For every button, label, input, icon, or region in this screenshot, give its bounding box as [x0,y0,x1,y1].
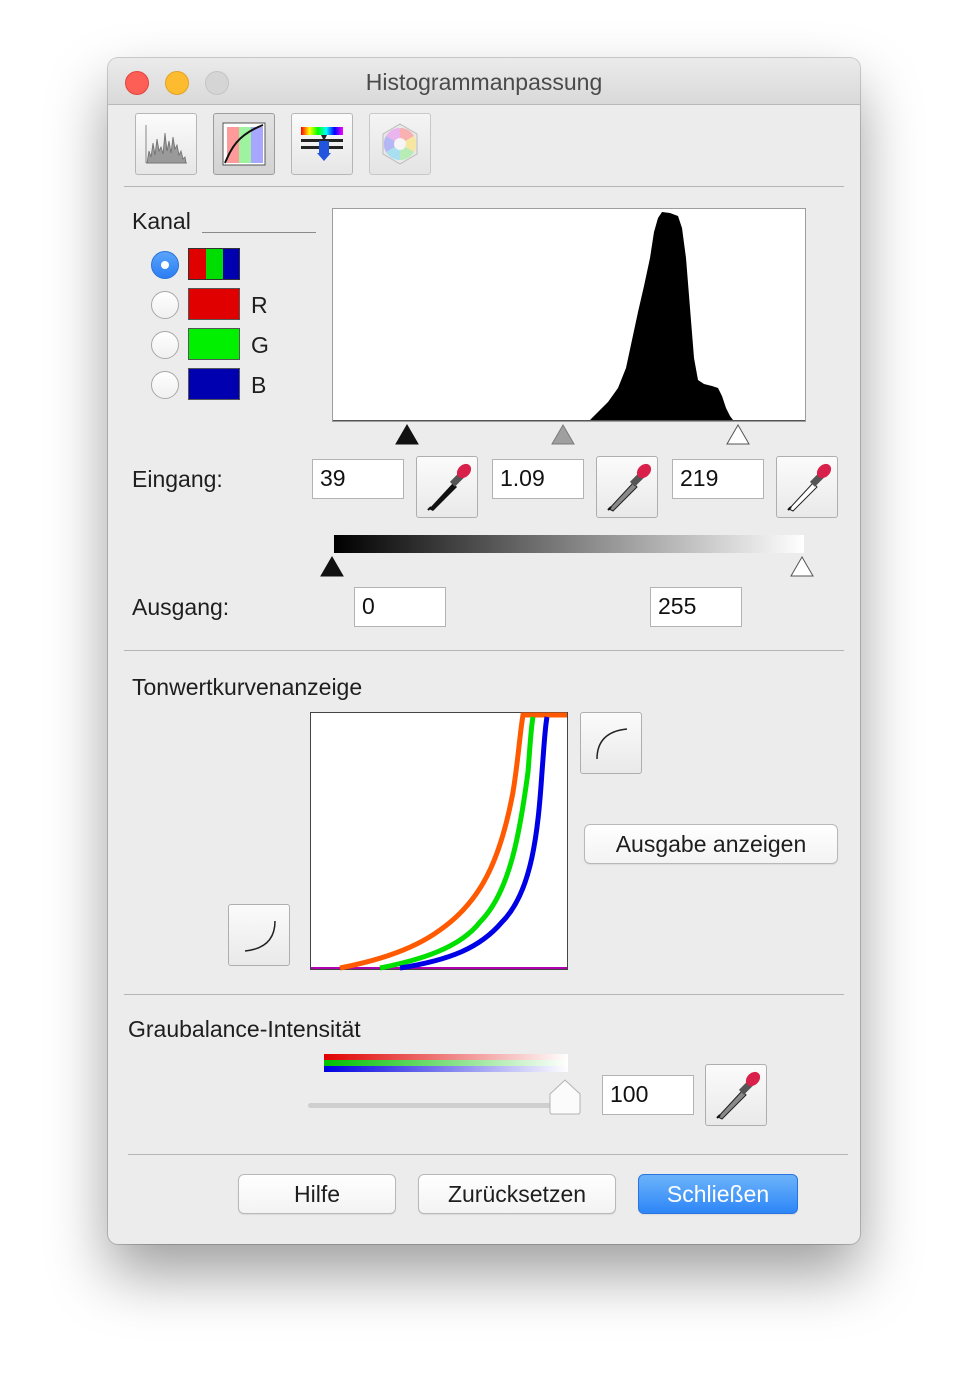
concave-curve-icon [244,920,276,952]
channel-label: Kanal [132,208,191,234]
channel-radio-g[interactable] [151,331,179,359]
black-eyedropper-button[interactable] [416,456,478,518]
white-eyedropper-icon [787,463,832,512]
input-black-field[interactable]: 39 [312,459,404,499]
close-button[interactable]: Schließen [638,1174,798,1214]
tab-tone-curve[interactable] [213,113,275,175]
channel-radio-rgb[interactable] [151,251,179,279]
channel-swatch-g [188,328,240,360]
input-gamma-slider[interactable] [550,424,576,446]
gray-balance-color-bar [324,1054,568,1072]
tab-histogram[interactable] [135,113,197,175]
separator [124,994,844,995]
gray-balance-eyedropper-button[interactable] [705,1064,767,1126]
channel-radio-b[interactable] [151,371,179,399]
gray-eyedropper-button[interactable] [596,456,658,518]
output-black-slider[interactable] [319,556,345,578]
gray-balance-label: Graubalance-Intensität [128,1016,361,1042]
histogram-icon [145,125,187,164]
color-balance-icon [301,127,343,161]
highlight-curve-button[interactable] [580,712,642,774]
channel-label-b: B [251,372,267,398]
channel-swatch-b [188,368,240,400]
convex-curve-icon [596,728,628,760]
black-eyedropper-icon [427,463,472,511]
color-wheel-icon [382,123,418,165]
gray-eyedropper-icon [607,463,652,512]
tab-color-wheel[interactable] [369,113,431,175]
title-bar: Histogrammanpassung [108,58,860,105]
input-gamma-field[interactable]: 1.09 [492,459,584,499]
channel-label-line [202,232,316,233]
separator [124,186,844,187]
channel-swatch-rgb [188,248,240,280]
window-title: Histogrammanpassung [365,69,603,95]
tab-color-balance[interactable] [291,113,353,175]
tone-curve-label: Tonwertkurvenanzeige [132,674,363,700]
output-black-field[interactable]: 0 [354,587,446,627]
separator [128,1154,848,1155]
histogram-graph [332,208,806,422]
gray-balance-field[interactable]: 100 [602,1075,694,1115]
channel-swatch-r [188,288,240,320]
white-eyedropper-button[interactable] [776,456,838,518]
eyedropper-icon [716,1071,761,1120]
histogram-adjustment-window: Histogrammanpassung Kanal R G B Eingang:… [108,58,860,1244]
channel-label-r: R [251,292,268,318]
show-output-button[interactable]: Ausgabe anzeigen [584,824,838,864]
channel-label-g: G [251,332,269,358]
input-white-point-slider[interactable] [725,424,751,446]
separator [124,650,844,651]
output-white-slider[interactable] [789,556,815,578]
shadow-curve-button[interactable] [228,904,290,966]
input-black-point-slider[interactable] [394,424,420,446]
output-label: Ausgang: [132,594,230,620]
gray-balance-slider-track[interactable] [308,1103,574,1108]
tone-curve-icon [222,122,266,166]
tone-curve-graph [310,712,568,971]
output-white-field[interactable]: 255 [650,587,742,627]
gray-balance-slider-knob[interactable] [548,1078,582,1116]
output-gradient-bar [334,535,804,553]
reset-button[interactable]: Zurücksetzen [418,1174,616,1214]
input-white-field[interactable]: 219 [672,459,764,499]
help-button[interactable]: Hilfe [238,1174,396,1214]
channel-radio-r[interactable] [151,291,179,319]
input-label: Eingang: [132,466,223,492]
